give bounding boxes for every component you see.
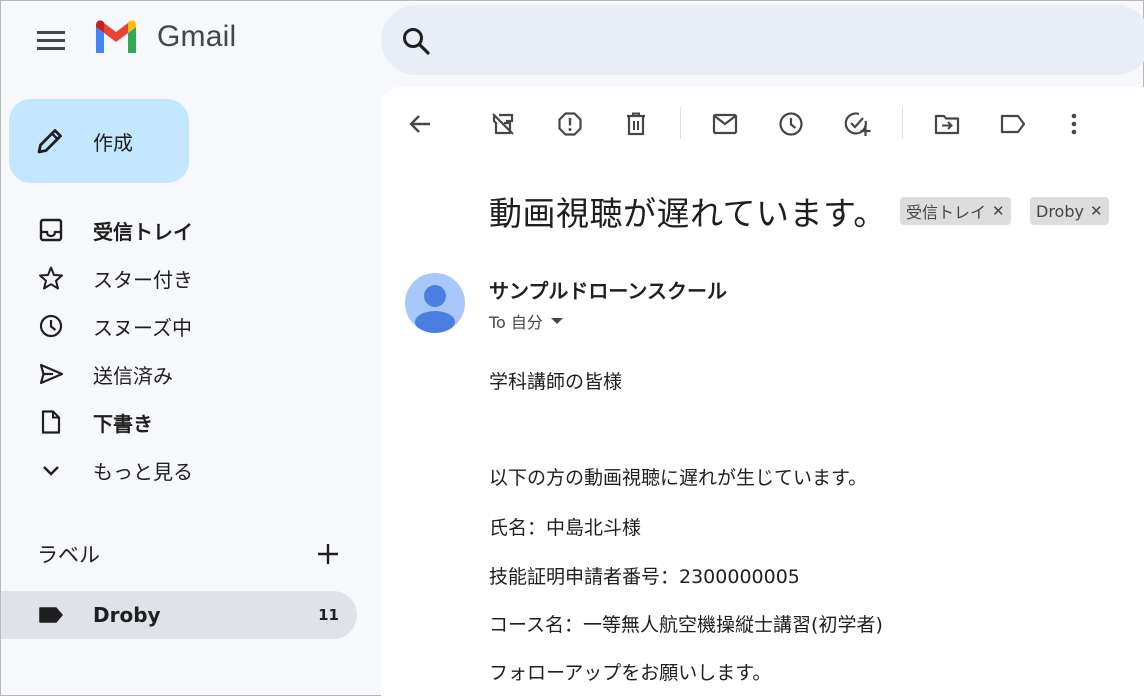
mark-unread-icon [712, 113, 738, 135]
email-body-line: コース名：一等無人航空機操縦士講習(初学者) [489, 614, 883, 636]
label-tag-icon [39, 607, 63, 623]
sidebar-item-snoozed[interactable]: スヌーズ中 [1, 302, 357, 350]
delete-button[interactable] [619, 107, 653, 141]
snooze-button[interactable] [774, 107, 808, 141]
recipient-details[interactable]: To 自分 [489, 309, 563, 333]
sidebar-item-drafts[interactable]: 下書き [1, 398, 357, 446]
sidebar-item-label: Droby [93, 603, 161, 627]
pencil-icon [37, 129, 62, 154]
email-body-line: フォローアップをお願いします。 [489, 662, 772, 684]
search-icon[interactable] [401, 26, 431, 56]
label-icon [1000, 114, 1026, 134]
sidebar-item-sent[interactable]: 送信済み [1, 350, 357, 398]
more-options-button[interactable] [1057, 107, 1091, 141]
back-arrow-icon [409, 115, 430, 133]
labels-heading: ラベル [37, 543, 100, 567]
chevron-down-icon [43, 466, 59, 476]
sidebar-item-label: 受信トレイ [93, 219, 193, 244]
person-icon [415, 285, 455, 333]
compose-label: 作成 [93, 130, 133, 155]
recipient-text: To 自分 [489, 313, 543, 332]
chip-label: Droby [1036, 201, 1084, 221]
sidebar-item-label: 下書き [93, 411, 153, 436]
toolbar-divider [902, 107, 903, 139]
remove-label-icon[interactable]: ✕ [1090, 202, 1103, 220]
inbox-icon [39, 218, 63, 242]
email-body-line: 学科講師の皆様 [489, 371, 623, 393]
send-icon [39, 363, 64, 385]
chip-label: 受信トレイ [906, 203, 987, 222]
email-body-line: 氏名：中島北斗様 [489, 517, 642, 539]
search-bar[interactable] [381, 5, 1144, 75]
archive-button[interactable] [486, 107, 520, 141]
add-to-tasks-button[interactable] [840, 107, 874, 141]
toolbar-divider [680, 107, 681, 139]
sender-avatar[interactable] [405, 273, 465, 333]
sidebar-item-label: 送信済み [93, 363, 173, 388]
move-to-icon [934, 114, 960, 135]
sidebar-item-starred[interactable]: スター付き [1, 254, 357, 302]
label-button[interactable] [996, 107, 1030, 141]
hamburger-menu-icon [37, 31, 65, 50]
mark-unread-button[interactable] [708, 107, 742, 141]
email-subject: 動画視聴が遅れています。 [489, 194, 887, 233]
sidebar-item-label: スター付き [93, 267, 193, 292]
label-chip-droby[interactable]: Droby ✕ [1030, 197, 1109, 225]
main-menu-button[interactable] [29, 23, 73, 57]
sidebar-item-label-droby[interactable]: Droby 11 [1, 591, 357, 639]
message-view: 動画視聴が遅れています。 受信トレイ ✕ Droby ✕ サンプルドローンスクー… [381, 87, 1144, 696]
sidebar-item-more[interactable]: もっと見る [1, 446, 357, 494]
sender-name: サンプルドローンスクール [489, 279, 727, 303]
add-to-tasks-icon [844, 112, 871, 136]
sidebar-item-label: もっと見る [93, 459, 193, 484]
report-spam-button[interactable] [553, 107, 587, 141]
archive-icon [492, 113, 514, 135]
remove-label-icon[interactable]: ✕ [992, 202, 1005, 220]
delete-icon [627, 112, 645, 136]
compose-button[interactable]: 作成 [9, 99, 189, 183]
draft-file-icon [41, 410, 61, 434]
sidebar-item-label: スヌーズ中 [93, 315, 192, 340]
email-body-line: 技能証明申請者番号：2300000005 [489, 566, 800, 588]
more-vert-icon [1071, 113, 1077, 135]
move-to-button[interactable] [930, 107, 964, 141]
plus-icon [318, 544, 338, 564]
add-label-button[interactable] [313, 539, 343, 569]
email-body-line: 以下の方の動画視聴に遅れが生じています。 [489, 467, 868, 489]
app-name: Gmail [157, 20, 237, 53]
snooze-icon [779, 112, 803, 136]
clock-icon [39, 314, 63, 338]
caret-down-icon [550, 318, 563, 324]
label-chip-inbox[interactable]: 受信トレイ ✕ [900, 197, 1011, 225]
sidebar-item-inbox[interactable]: 受信トレイ [1, 206, 357, 254]
unread-count: 11 [318, 606, 339, 624]
gmail-m-icon [96, 20, 136, 53]
report-spam-icon [558, 112, 582, 136]
star-icon [39, 266, 63, 290]
gmail-logo[interactable]: Gmail [93, 19, 236, 55]
back-button[interactable] [403, 107, 437, 141]
